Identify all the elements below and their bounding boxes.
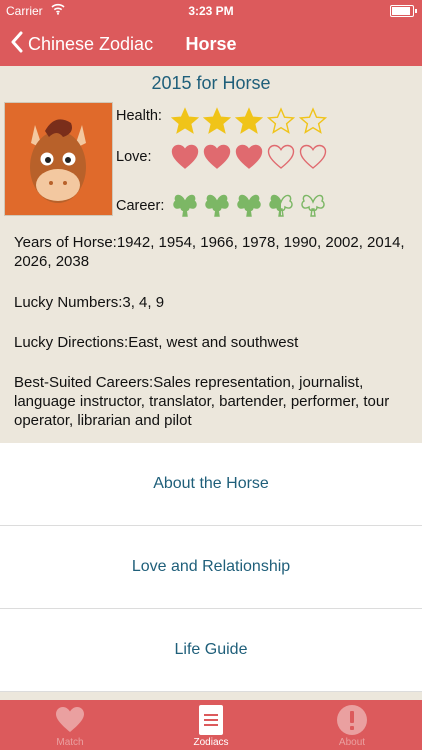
- status-bar: Carrier 3:23 PM: [0, 0, 422, 22]
- tab-zodiacs[interactable]: Zodiacs: [141, 700, 281, 750]
- tab-label: Match: [56, 737, 84, 748]
- heart-icon: [299, 144, 327, 169]
- heart-icon: [171, 144, 199, 169]
- years-text: Years of Horse:1942, 1954, 1966, 1978, 1…: [14, 234, 405, 270]
- clover-icon: [269, 194, 293, 217]
- year-title: 2015 for Horse: [151, 73, 271, 93]
- career-label: Career:: [116, 198, 165, 214]
- battery-icon: [390, 5, 417, 17]
- navigation-bar: Chinese Zodiac Horse: [0, 22, 422, 66]
- menu-item-label: Love and Relationship: [131, 558, 291, 575]
- lucky-numbers-text: Lucky Numbers:3, 4, 9: [14, 294, 165, 311]
- heart-icon: [267, 144, 295, 169]
- tab-label: Zodiacs: [193, 737, 229, 748]
- chevron-left-icon: [10, 31, 24, 57]
- star-icon: [267, 107, 295, 134]
- career-rating: [171, 189, 331, 217]
- star-icon: [171, 107, 199, 134]
- love-label: Love:: [116, 149, 152, 165]
- heart-icon: [55, 706, 85, 739]
- back-button-label: Chinese Zodiac: [28, 33, 154, 54]
- menu-item-love-relationship[interactable]: Love and Relationship: [0, 526, 422, 609]
- back-button[interactable]: Chinese Zodiac: [10, 22, 153, 66]
- careers-text: Best-Suited Careers:Sales representation…: [14, 374, 390, 429]
- clover-icon: [237, 194, 261, 217]
- menu-item-life-guide[interactable]: Life Guide: [0, 609, 422, 692]
- menu-item-about-horse[interactable]: About the Horse: [0, 443, 422, 526]
- menu-item-label: Life Guide: [174, 641, 248, 658]
- love-rating: [171, 144, 331, 170]
- menu-item-label: About the Horse: [153, 475, 269, 492]
- heart-icon: [235, 144, 263, 169]
- tab-label: About: [338, 737, 366, 748]
- health-label: Health:: [116, 108, 162, 124]
- tab-bar: Match Zodiacs About: [0, 700, 422, 750]
- horse-avatar: [4, 102, 113, 216]
- health-rating: [171, 107, 331, 135]
- clover-icon: [205, 194, 229, 217]
- tab-match[interactable]: Match: [0, 700, 140, 750]
- lucky-directions-text: Lucky Directions:East, west and southwes…: [14, 334, 299, 351]
- heart-icon: [203, 144, 231, 169]
- clover-icon: [173, 194, 197, 217]
- list-icon: [198, 704, 224, 741]
- clover-icon: [301, 194, 325, 217]
- star-icon: [299, 107, 327, 134]
- star-icon: [203, 107, 231, 134]
- tab-about[interactable]: About: [282, 700, 422, 750]
- star-icon: [235, 107, 263, 134]
- status-time: 3:23 PM: [188, 4, 234, 18]
- exclamation-icon: [336, 704, 368, 741]
- menu-list: About the Horse Love and Relationship Li…: [0, 443, 422, 692]
